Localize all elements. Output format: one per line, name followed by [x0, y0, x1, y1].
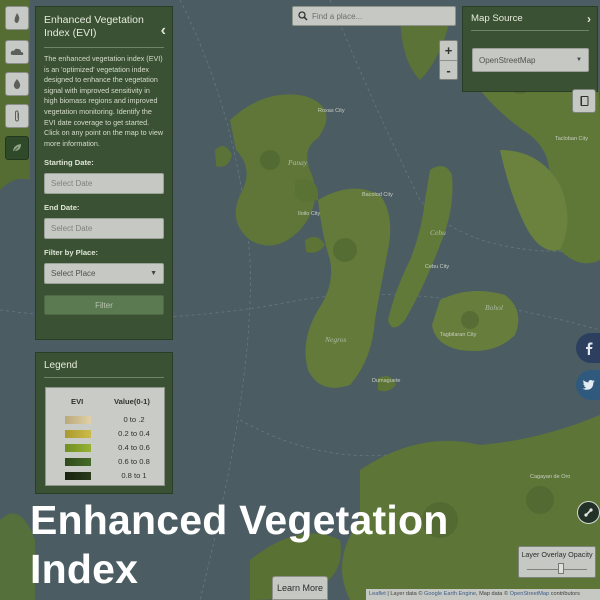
filter-place-label: Filter by Place: [44, 248, 99, 258]
chevron-right-icon[interactable]: › [587, 12, 591, 26]
map-label-tacloban: Tacloban City [555, 136, 588, 142]
evi-info-panel: Enhanced Vegetation Index (EVI) ‹ The en… [35, 6, 173, 340]
attribution-text: contributors [549, 591, 580, 597]
attribution-text: , Map data © [475, 591, 510, 597]
fire-layer-button[interactable] [5, 6, 29, 30]
legend-swatch [65, 416, 91, 424]
map-label-cebu-city: Cebu City [425, 264, 449, 270]
opacity-slider-handle[interactable] [558, 563, 564, 574]
divider [471, 30, 589, 31]
zoom-control: + - [439, 40, 458, 80]
guide-button[interactable] [572, 89, 596, 113]
place-select-value: Select Place [51, 269, 96, 279]
map-label-cebu: Cebu [430, 228, 446, 237]
starting-date-placeholder: Select Date [51, 179, 93, 189]
legend-swatch [65, 444, 91, 452]
leaflet-link[interactable]: Leaflet [369, 591, 386, 597]
legend-row: 0.4 to 0.6 [46, 442, 166, 454]
book-icon [580, 96, 588, 106]
water-drop-icon [13, 79, 21, 89]
attribution-text: | Layer data © [385, 591, 425, 597]
learn-more-button[interactable]: Learn More [272, 576, 328, 600]
zoom-in-button[interactable]: + [440, 41, 457, 61]
map-label-roxas: Roxas City [318, 108, 345, 114]
document-layer-button[interactable] [5, 104, 29, 128]
panel-description: The enhanced vegetation index (EVI) is a… [44, 54, 164, 148]
twitter-icon [582, 380, 595, 390]
map-label-bohol: Bohol [485, 303, 503, 312]
search-input[interactable]: Find a place... [312, 12, 362, 21]
map-label-tagbilaran: Tagbilaran City [440, 332, 477, 338]
end-date-label: End Date: [44, 203, 80, 213]
legend-row: 0.6 to 0.8 [46, 456, 166, 468]
legend-value: 0.4 to 0.6 [118, 443, 150, 452]
twitter-share-button[interactable] [576, 370, 600, 400]
filter-button[interactable]: Filter [44, 295, 164, 316]
legend-table: EVI Value(0-1) 0 to .2 0.2 to 0.4 0.4 to… [45, 387, 165, 486]
legend-col-evi: EVI [71, 397, 84, 406]
search-icon [298, 11, 308, 21]
leaf-icon [12, 144, 21, 153]
osm-link[interactable]: OpenStreetMap [510, 591, 550, 597]
starting-date-input[interactable]: Select Date [44, 173, 164, 195]
map-label-dumaguete: Dumaguete [372, 378, 400, 384]
caret-down-icon: ▼ [150, 270, 157, 278]
legend-row: 0.8 to 1 [46, 470, 166, 482]
starting-date-label: Starting Date: [44, 158, 94, 168]
flame-icon [14, 13, 20, 23]
end-date-input[interactable]: Select Date [44, 218, 164, 240]
map-source-value: OpenStreetMap [479, 55, 536, 65]
divider [44, 377, 164, 378]
water-layer-button[interactable] [5, 72, 29, 96]
opacity-slider-track[interactable] [527, 569, 587, 570]
opacity-label: Layer Overlay Opacity [521, 550, 593, 559]
vegetation-layer-button[interactable] [5, 136, 29, 160]
legend-swatch [65, 458, 91, 466]
facebook-share-button[interactable] [576, 333, 600, 363]
legend-row: 0.2 to 0.4 [46, 428, 166, 440]
map-source-panel: Map Source › OpenStreetMap ▼ [462, 6, 598, 92]
caret-down-icon: ▼ [576, 57, 582, 63]
weather-layer-button[interactable] [5, 40, 29, 64]
locate-button[interactable] [577, 501, 600, 524]
legend-swatch [65, 430, 91, 438]
end-date-placeholder: Select Date [51, 224, 93, 234]
chevron-left-icon[interactable]: ‹ [161, 23, 166, 39]
map-source-title: Map Source [471, 13, 523, 24]
legend-panel: Legend EVI Value(0-1) 0 to .2 0.2 to 0.4… [35, 352, 173, 494]
legend-value: 0.2 to 0.4 [118, 429, 150, 438]
legend-title: Legend [44, 360, 78, 371]
map-label-negros: Negros [324, 335, 346, 344]
map-attribution: Leaflet | Layer data © Google Earth Engi… [366, 589, 600, 600]
map-label-cagayan: Cagayan de Oro [530, 474, 570, 480]
legend-row: 0 to .2 [46, 414, 166, 426]
panel-title: Enhanced Vegetation Index (EVI) [44, 14, 144, 39]
legend-value: 0.6 to 0.8 [118, 457, 150, 466]
legend-swatch [65, 472, 91, 480]
cloud-icon [10, 48, 24, 55]
map-label-panay: Panay [287, 158, 308, 167]
place-search-box[interactable]: Find a place... [292, 6, 456, 26]
paperclip-icon [15, 110, 19, 122]
map-label-iloilo: Iloilo City [298, 211, 321, 217]
legend-col-value: Value(0-1) [114, 397, 150, 406]
satellite-icon [584, 508, 593, 517]
legend-value: 0 to .2 [123, 415, 145, 424]
facebook-icon [586, 342, 593, 355]
map-label-bacolod: Bacolod City [362, 192, 393, 198]
map-source-select[interactable]: OpenStreetMap ▼ [472, 48, 589, 72]
divider [44, 47, 164, 48]
legend-value: 0.8 to 1 [121, 471, 147, 480]
place-select[interactable]: Select Place ▼ [44, 263, 164, 285]
gee-link[interactable]: Google Earth Engine [424, 591, 476, 597]
zoom-out-button[interactable]: - [440, 61, 457, 80]
